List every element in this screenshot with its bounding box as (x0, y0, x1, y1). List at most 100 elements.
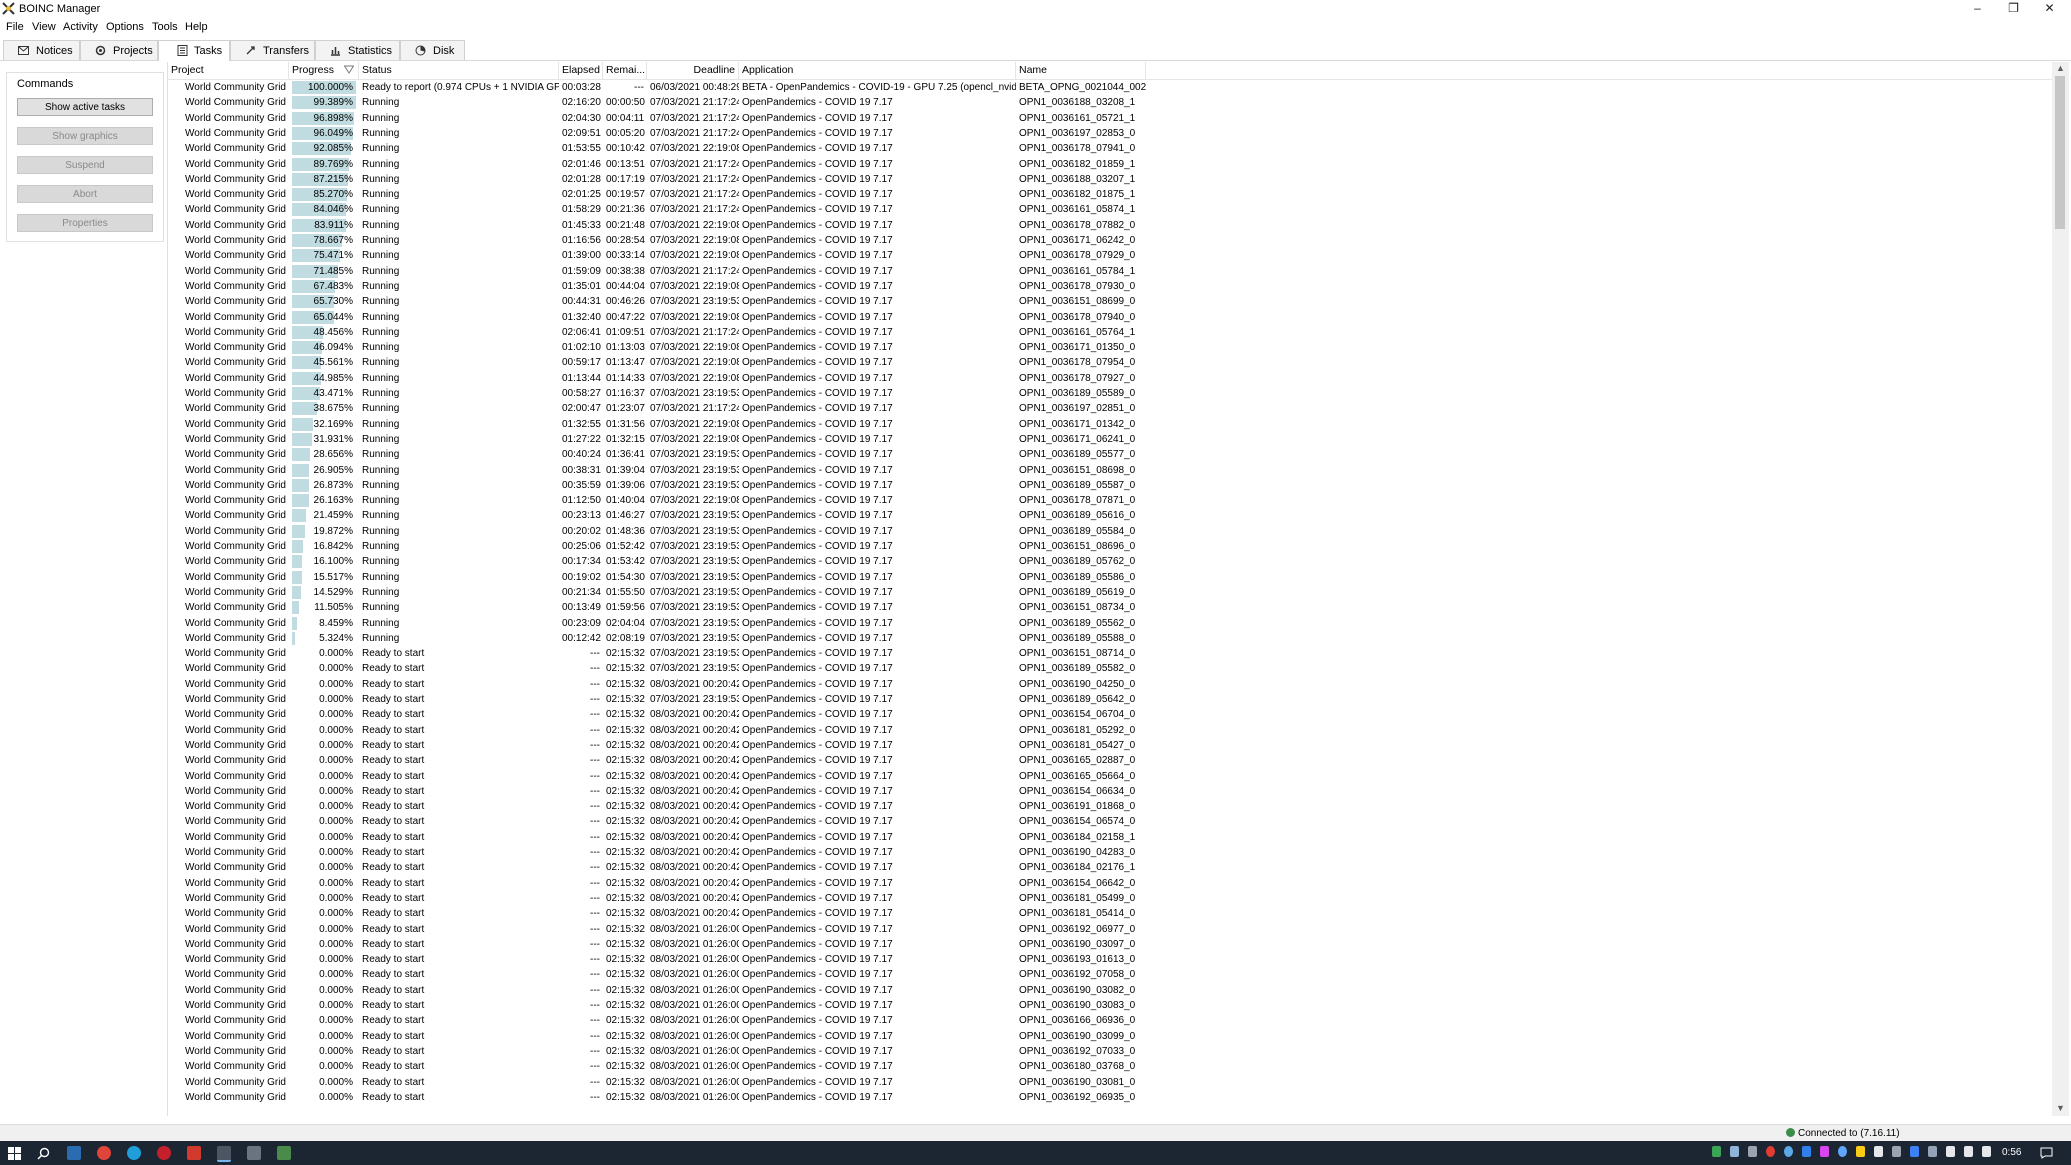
table-row[interactable]: World Community Grid Running 02:01:46 00:13… (168, 157, 2053, 172)
windows-start-icon[interactable] (8, 1147, 21, 1160)
properties-button[interactable]: Properties (17, 214, 153, 232)
show-graphics-button[interactable]: Show graphics (17, 127, 153, 145)
table-row[interactable]: World Community Grid Ready to start --- 02:… (168, 738, 2053, 753)
column-header-status[interactable]: Status (359, 62, 559, 79)
column-header-elapsed[interactable]: Elapsed (559, 62, 603, 79)
table-row[interactable]: World Community Grid Running 01:32:55 01:31… (168, 417, 2053, 432)
menu-view[interactable]: View (32, 21, 56, 33)
tray-cloud-icon[interactable] (1784, 1146, 1793, 1157)
tray-language-icon[interactable] (1982, 1146, 1991, 1157)
scroll-up-icon[interactable]: ▲ (2056, 64, 2065, 73)
task-view-icon[interactable] (67, 1146, 81, 1160)
table-row[interactable]: World Community Grid Ready to start --- 02:… (168, 998, 2053, 1013)
menu-file[interactable]: File (6, 21, 24, 33)
table-row[interactable]: World Community Grid Ready to start --- 02:… (168, 922, 2053, 937)
table-row[interactable]: World Community Grid Running 00:44:31 00:46… (168, 294, 2053, 309)
menu-options[interactable]: Options (106, 21, 144, 33)
table-row[interactable]: World Community Grid Running 00:38:31 01:39… (168, 463, 2053, 478)
column-header-deadline[interactable]: Deadline (647, 62, 739, 79)
table-row[interactable]: World Community Grid Running 02:04:30 00:04… (168, 111, 2053, 126)
tab-notices[interactable]: Notices (3, 40, 80, 60)
tray-network-app-icon[interactable] (1730, 1146, 1739, 1157)
table-row[interactable]: World Community Grid Ready to start --- 02:… (168, 799, 2053, 814)
table-row[interactable]: World Community Grid Ready to start --- 02:… (168, 906, 2053, 921)
table-row[interactable]: World Community Grid Running 00:35:59 01:39… (168, 478, 2053, 493)
tray-util-icon[interactable] (1856, 1146, 1865, 1157)
tray-volume-icon[interactable] (1964, 1146, 1973, 1157)
table-row[interactable]: World Community Grid Ready to start --- 02:… (168, 753, 2053, 768)
table-row[interactable]: World Community Grid Ready to start --- 02:… (168, 983, 2053, 998)
menu-activity[interactable]: Activity (63, 21, 98, 33)
table-row[interactable]: World Community Grid Running 00:21:34 01:55… (168, 585, 2053, 600)
table-row[interactable]: World Community Grid Running 01:59:09 00:38… (168, 264, 2053, 279)
taskbar-clock[interactable]: 0:56 (2002, 1147, 2021, 1158)
column-header-remaining[interactable]: Remai... (603, 62, 647, 79)
tab-projects[interactable]: Projects (80, 40, 158, 60)
tray-battery-icon[interactable] (1892, 1146, 1901, 1157)
table-row[interactable]: World Community Grid Ready to start --- 02:… (168, 891, 2053, 906)
table-row[interactable]: World Community Grid Running 02:01:28 00:17… (168, 172, 2053, 187)
table-row[interactable]: World Community Grid Ready to start --- 02:… (168, 830, 2053, 845)
table-row[interactable]: World Community Grid Running 00:58:27 01:16… (168, 386, 2053, 401)
menu-tools[interactable]: Tools (152, 21, 178, 33)
scroll-down-icon[interactable]: ▼ (2056, 1104, 2065, 1113)
table-row[interactable]: World Community Grid Running 01:27:22 01:32… (168, 432, 2053, 447)
table-row[interactable]: World Community Grid Ready to start --- 02:… (168, 677, 2053, 692)
show-active-tasks-button[interactable]: Show active tasks (17, 98, 153, 116)
table-row[interactable]: World Community Grid Running 00:20:02 01:48… (168, 524, 2053, 539)
table-row[interactable]: World Community Grid Ready to start --- 02:… (168, 1090, 2053, 1105)
table-row[interactable]: World Community Grid Running 02:00:47 01:23… (168, 401, 2053, 416)
tray-sync-icon[interactable] (1838, 1146, 1847, 1157)
tray-bluetooth-icon[interactable] (1910, 1146, 1919, 1157)
minimize-button[interactable]: – (1960, 0, 1995, 17)
table-row[interactable]: World Community Grid Ready to start --- 02:… (168, 814, 2053, 829)
table-row[interactable]: World Community Grid Running 01:35:01 00:44… (168, 279, 2053, 294)
suspend-button[interactable]: Suspend (17, 156, 153, 174)
table-row[interactable]: World Community Grid Ready to start --- 02:… (168, 784, 2053, 799)
vertical-scrollbar[interactable]: ▲ ▼ (2052, 62, 2069, 1116)
tray-network-icon[interactable] (1946, 1146, 1955, 1157)
table-row[interactable]: World Community Grid Running 01:12:50 01:40… (168, 493, 2053, 508)
spreadsheet-taskbar-icon[interactable] (277, 1146, 291, 1160)
table-row[interactable]: World Community Grid Running 01:13:44 01:14… (168, 371, 2053, 386)
table-row[interactable]: World Community Grid Ready to start --- 02:… (168, 1059, 2053, 1074)
table-row[interactable]: World Community Grid Running 02:09:51 00:05… (168, 126, 2053, 141)
table-row[interactable]: World Community Grid Running 00:59:17 01:13… (168, 355, 2053, 370)
tray-dropbox-icon[interactable] (1802, 1146, 1811, 1157)
restore-button[interactable]: ❐ (1996, 0, 2031, 17)
tray-monitor-icon[interactable] (1928, 1146, 1937, 1157)
table-row[interactable]: World Community Grid Ready to start --- 02:… (168, 707, 2053, 722)
table-row[interactable]: World Community Grid Running 00:23:13 01:46… (168, 508, 2053, 523)
tray-boinc-icon[interactable] (1712, 1146, 1721, 1157)
table-row[interactable]: World Community Grid Ready to start --- 02:… (168, 661, 2053, 676)
table-row[interactable]: World Community Grid Ready to start --- 02:… (168, 723, 2053, 738)
table-row[interactable]: World Community Grid Running 00:25:06 01:52… (168, 539, 2053, 554)
table-row[interactable]: World Community Grid Running 01:45:33 00:21… (168, 218, 2053, 233)
tab-disk[interactable]: Disk (400, 40, 465, 60)
tab-statistics[interactable]: Statistics (315, 40, 400, 60)
column-header-name[interactable]: Name (1016, 62, 1146, 79)
column-header-project[interactable]: Project (168, 62, 289, 79)
filezilla-icon[interactable] (187, 1146, 201, 1160)
table-row[interactable]: World Community Grid Ready to start --- 02:… (168, 1044, 2053, 1059)
column-header-application[interactable]: Application (739, 62, 1016, 79)
close-button[interactable]: ✕ (2032, 0, 2067, 17)
table-row[interactable]: World Community Grid Running 02:01:25 00:19… (168, 187, 2053, 202)
table-row[interactable]: World Community Grid Running 00:23:09 02:04… (168, 616, 2053, 631)
table-row[interactable]: World Community Grid Running 02:06:41 01:09… (168, 325, 2053, 340)
edge-icon[interactable] (127, 1146, 141, 1160)
table-row[interactable]: World Community Grid Running 02:16:20 00:00… (168, 95, 2053, 110)
table-row[interactable]: World Community Grid Running 01:39:00 00:33… (168, 248, 2053, 263)
table-row[interactable]: World Community Grid Running 01:16:56 00:28… (168, 233, 2053, 248)
table-row[interactable]: World Community Grid Running 00:12:42 02:08… (168, 631, 2053, 646)
table-row[interactable]: World Community Grid Ready to start --- 02:… (168, 876, 2053, 891)
table-row[interactable]: World Community Grid Ready to start --- 02:… (168, 860, 2053, 875)
table-row[interactable]: World Community Grid Running 00:17:34 01:53… (168, 554, 2053, 569)
table-row[interactable]: World Community Grid Ready to start --- 02:… (168, 1013, 2053, 1028)
abort-button[interactable]: Abort (17, 185, 153, 203)
table-row[interactable]: World Community Grid Ready to start --- 02:… (168, 937, 2053, 952)
opera-icon[interactable] (157, 1146, 171, 1160)
tab-transfers[interactable]: Transfers (230, 40, 315, 60)
table-row[interactable]: World Community Grid Ready to start --- 02:… (168, 952, 2053, 967)
table-row[interactable]: World Community Grid Running 00:40:24 01:36… (168, 447, 2053, 462)
